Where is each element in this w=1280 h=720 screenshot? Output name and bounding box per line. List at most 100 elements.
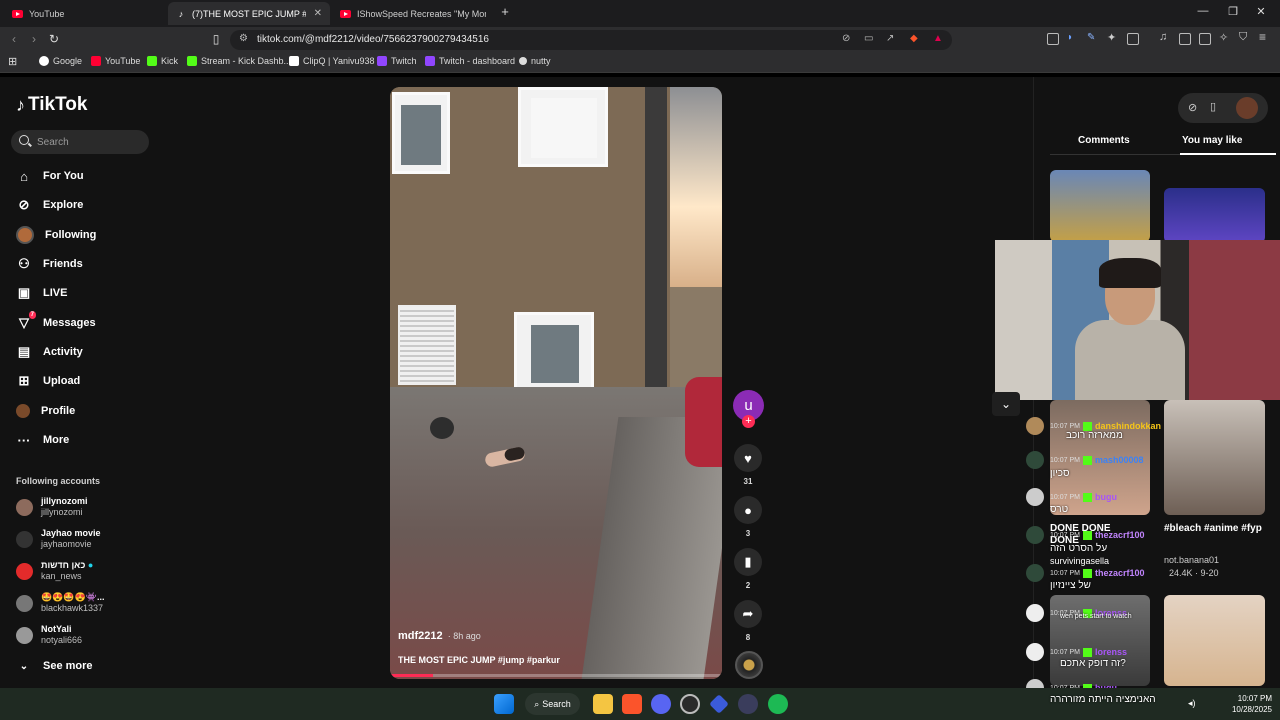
close-icon[interactable]: ✕ — [314, 8, 322, 19]
nav-following[interactable]: Following — [16, 224, 146, 246]
extensions-icon[interactable]: ✦ — [1107, 31, 1119, 44]
nav-activity[interactable]: ▤ Activity — [16, 341, 146, 363]
recommended-video-thumb[interactable] — [1164, 595, 1265, 686]
bookmark-nutty[interactable]: nutty — [519, 56, 551, 66]
bookmark-kick[interactable]: Kick — [147, 56, 178, 66]
video-author[interactable]: mdf2212 · 8h ago — [398, 630, 481, 642]
maximize-button[interactable]: ❐ — [1224, 5, 1242, 18]
recommended-video-thumb[interactable] — [1050, 170, 1150, 242]
account-item[interactable]: כאן חדשות ● kan_news — [16, 558, 156, 584]
url-field[interactable]: ⚙ tiktok.com/@mdf2212/video/756623790027… — [230, 30, 952, 50]
volume-icon[interactable]: ◂) — [1188, 698, 1196, 709]
save-action[interactable]: ▮ 2 — [734, 548, 762, 590]
minimize-button[interactable]: — — [1194, 5, 1212, 17]
heart-icon[interactable]: ♥ — [734, 444, 762, 472]
cast-icon[interactable]: ▭ — [864, 33, 873, 44]
account-item[interactable]: Jayhao movie jayhaomovie — [16, 526, 156, 552]
nav-profile[interactable]: Profile — [16, 400, 146, 422]
reload-icon[interactable]: ↻ — [46, 32, 62, 46]
avatar[interactable] — [1236, 97, 1258, 119]
back-icon[interactable]: ‹ — [6, 32, 22, 46]
follow-plus-button[interactable]: + — [742, 415, 755, 428]
messages-badge: 7 — [28, 311, 36, 319]
bookmark-clipq[interactable]: ClipQ | Yanivu938 — [289, 56, 375, 66]
discord-icon[interactable] — [651, 694, 671, 714]
recommended-caption[interactable]: #bleach #anime #fyp #viral... — [1164, 523, 1264, 534]
video-progress-bar[interactable] — [390, 674, 722, 677]
forward-icon[interactable]: › — [26, 32, 42, 46]
mute-icon[interactable]: ⊘ — [842, 33, 850, 44]
search-box[interactable] — [11, 130, 149, 154]
verified-icon: ● — [87, 560, 94, 570]
menu-icon[interactable]: ≡ — [1259, 30, 1271, 44]
comment-action[interactable]: ● 3 — [734, 496, 762, 538]
windows-start-icon[interactable] — [494, 694, 514, 714]
site-info-icon[interactable]: ⚙ — [239, 33, 248, 44]
browser-tab-youtube[interactable]: YouTube — [4, 2, 166, 25]
vpn-shield-icon[interactable]: ⛉ — [1239, 31, 1251, 43]
collapse-button[interactable]: ⌄ — [992, 392, 1020, 416]
media-icon[interactable]: ♫ — [1159, 31, 1171, 43]
account-item[interactable]: 🤩😍🤩😍👾... blackhawk1337 — [16, 590, 156, 616]
nav-messages[interactable]: ▽ 7 Messages — [16, 311, 146, 334]
bookmark-google[interactable]: Google — [39, 56, 82, 66]
browser-tab-tiktok[interactable]: ♪ (7)THE MOST EPIC JUMP #jump ✕ — [168, 2, 330, 25]
wallet-icon[interactable] — [1047, 33, 1059, 45]
new-tab-button[interactable]: + — [496, 4, 514, 19]
brave-shield-icon[interactable]: ◆ — [910, 33, 918, 44]
tab-comments[interactable]: Comments — [1078, 135, 1130, 146]
recommended-author[interactable]: not.banana01 — [1164, 555, 1219, 565]
share-arrow-icon[interactable]: ➦ — [734, 600, 762, 628]
search-input[interactable] — [37, 133, 142, 151]
music-disc-icon[interactable] — [735, 651, 763, 679]
phone-icon[interactable]: ▯ — [1210, 100, 1216, 113]
recommended-video-thumb[interactable] — [1164, 400, 1265, 515]
file-explorer-icon[interactable] — [593, 694, 613, 714]
bookmark-icon[interactable]: ▮ — [734, 548, 762, 576]
tab-you-may-like[interactable]: You may like — [1182, 135, 1242, 146]
system-clock[interactable]: 10:07 PM 10/28/2025 — [1232, 693, 1272, 715]
brave-browser-icon[interactable] — [622, 694, 642, 714]
sidebar-toggle-icon[interactable] — [1179, 33, 1191, 45]
bookmark-kick-dashboard[interactable]: Stream - Kick Dashb... — [187, 56, 291, 66]
app-icon[interactable] — [738, 694, 758, 714]
nav-friends[interactable]: ⚇ Friends — [16, 253, 146, 275]
leo-ai-icon[interactable]: ✧ — [1219, 31, 1231, 44]
taskbar-search[interactable]: ⌕ Search — [525, 693, 580, 715]
bookmark-youtube[interactable]: YouTube — [91, 56, 140, 66]
bookmark-twitch[interactable]: Twitch — [377, 56, 417, 66]
video-player[interactable]: mdf2212 · 8h ago THE MOST EPIC JUMP #jum… — [390, 87, 722, 679]
apps-grid-icon[interactable]: ⊞ — [8, 55, 17, 68]
account-item[interactable]: NotYali notyali666 — [16, 622, 156, 648]
comment-icon[interactable]: ● — [734, 496, 762, 524]
translate-icon[interactable]: ✎ — [1087, 32, 1099, 44]
app-icon[interactable] — [709, 694, 729, 714]
tab-label: IShowSpeed Recreates "My Mom Is I — [357, 8, 486, 19]
tiktok-logo[interactable]: ♪ TikTok — [16, 94, 87, 116]
nav-for-you[interactable]: ⌂ For You — [16, 165, 146, 187]
obs-icon[interactable] — [680, 694, 700, 714]
like-action[interactable]: ♥ 31 — [734, 444, 762, 486]
spotify-icon[interactable] — [768, 694, 788, 714]
compass-icon[interactable]: ⊘ — [1188, 101, 1197, 114]
close-window-button[interactable]: ✕ — [1252, 5, 1270, 18]
nav-explore[interactable]: ⊘ Explore — [16, 194, 146, 216]
nav-more[interactable]: ··· More — [16, 429, 146, 451]
see-more-button[interactable]: ⌄ See more — [16, 655, 146, 677]
share-action[interactable]: ➦ 8 — [734, 600, 762, 642]
share-icon[interactable]: ↗ — [886, 33, 894, 44]
recommended-video-thumb[interactable] — [1164, 188, 1265, 243]
brave-rewards-icon[interactable]: ▲ — [933, 33, 943, 44]
wallet-panel-icon[interactable] — [1199, 33, 1211, 45]
chevron-down-icon: ⌄ — [19, 660, 29, 672]
account-item[interactable]: jillynozomi jillynozomi — [16, 494, 156, 520]
browser-tab-ishowspeed[interactable]: IShowSpeed Recreates "My Mom Is I — [332, 2, 494, 25]
bookmark-icon[interactable]: ▯ — [208, 32, 224, 46]
extension-icon[interactable]: ◗ — [1067, 32, 1079, 44]
bookmark-twitch-dashboard[interactable]: Twitch - dashboard — [425, 56, 515, 66]
screenshot-icon[interactable] — [1127, 33, 1139, 45]
nav-live[interactable]: ▣ LIVE — [16, 282, 146, 304]
nav-upload[interactable]: ⊞ Upload — [16, 370, 146, 392]
chat-message-text: ממארזה רוכב — [1066, 430, 1123, 441]
chat-message: 10:07 PM mash00008 — [1026, 450, 1147, 470]
